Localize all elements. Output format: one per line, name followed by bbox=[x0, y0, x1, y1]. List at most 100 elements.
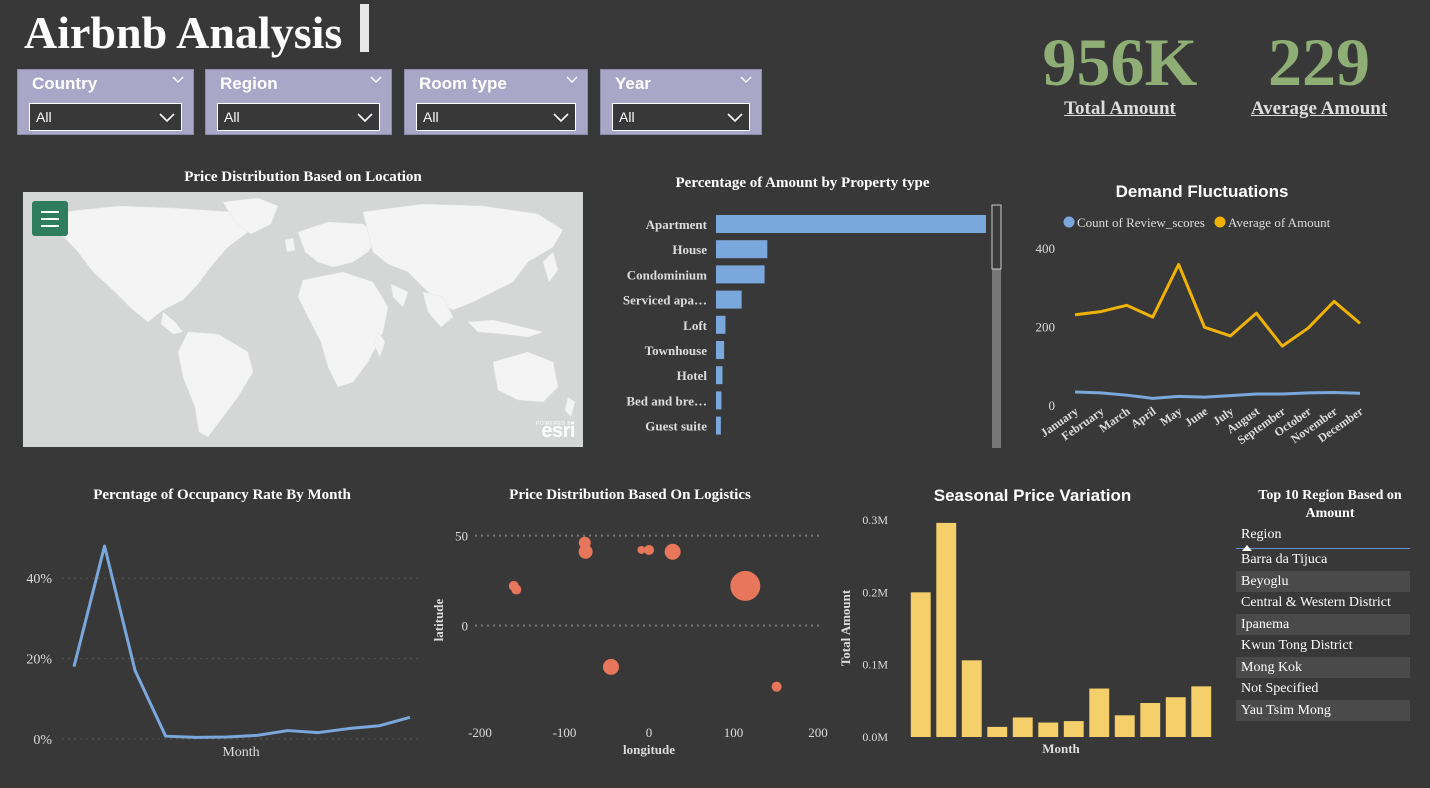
chevron-down-icon[interactable] bbox=[172, 74, 184, 86]
chart-title: Seasonal Price Variation bbox=[933, 486, 1132, 505]
year-slicer[interactable]: Year All bbox=[600, 69, 762, 135]
slicer-title: Region bbox=[220, 74, 278, 93]
bar bbox=[1114, 715, 1135, 737]
x-tick-label: 0 bbox=[646, 725, 653, 740]
dropdown-value: All bbox=[36, 109, 52, 125]
scrollbar-thumb[interactable] bbox=[991, 204, 1002, 270]
chart-title: Price Distribution Based On Logistics bbox=[509, 487, 751, 503]
bar bbox=[1038, 722, 1059, 737]
kpi-average-amount: 229 Average Amount bbox=[1230, 28, 1408, 120]
scatter-point bbox=[511, 584, 522, 595]
bar bbox=[716, 240, 768, 259]
x-axis-label: longitude bbox=[623, 742, 675, 757]
bar bbox=[716, 416, 721, 435]
chevron-down-icon bbox=[553, 113, 569, 123]
country-dropdown[interactable]: All bbox=[29, 103, 182, 131]
map-title: Price Distribution Based on Location bbox=[184, 169, 422, 185]
scatter-point bbox=[730, 570, 761, 601]
bar bbox=[716, 315, 726, 334]
table-row[interactable]: Not Specified bbox=[1236, 678, 1410, 700]
country-slicer[interactable]: Country All bbox=[17, 69, 194, 135]
table-row[interactable]: Yau Tsim Mong bbox=[1236, 699, 1410, 721]
table-row[interactable]: Beyoglu bbox=[1236, 570, 1410, 592]
slicer-title: Room type bbox=[419, 74, 507, 93]
bar bbox=[1012, 717, 1033, 737]
scatter-point bbox=[664, 543, 681, 560]
text-cursor bbox=[360, 4, 369, 52]
world-map[interactable]: POWERED BY esri bbox=[23, 192, 583, 447]
category-label: Guest suite bbox=[645, 419, 707, 434]
chevron-down-icon bbox=[159, 113, 175, 123]
seasonal-bar-chart[interactable]: 0.0M 0.1M 0.2M 0.3M Month Total Amount bbox=[830, 505, 1225, 765]
series-line bbox=[72, 544, 411, 739]
kpi-value: 956K bbox=[1042, 24, 1198, 100]
scatter-point bbox=[771, 681, 782, 692]
chevron-down-icon[interactable] bbox=[740, 74, 752, 86]
table-header[interactable]: Region bbox=[1236, 525, 1410, 551]
y-tick-label: 0.3M bbox=[862, 513, 888, 527]
map-menu-button[interactable] bbox=[32, 201, 68, 236]
logistics-scatter-chart[interactable]: 0 50 -200 -100 0 100 200 longitude latitude bbox=[425, 505, 840, 765]
bar bbox=[716, 366, 723, 385]
chart-title: Percntage of Occupancy Rate By Month bbox=[93, 487, 351, 503]
table-row[interactable]: Central & Western District bbox=[1236, 592, 1410, 614]
slicer-title: Country bbox=[32, 74, 98, 93]
y-tick-label: 0.1M bbox=[862, 658, 888, 672]
table-row[interactable]: Mong Kok bbox=[1236, 656, 1410, 678]
bar bbox=[716, 290, 742, 309]
page-title: Airbnb Analysis bbox=[24, 7, 343, 58]
category-label: Hotel bbox=[677, 368, 708, 383]
table-row[interactable]: Barra da Tijuca bbox=[1236, 549, 1410, 571]
x-tick-label: -200 bbox=[468, 725, 492, 740]
category-label: Townhouse bbox=[645, 343, 708, 358]
table-row[interactable]: Ipanema bbox=[1236, 613, 1410, 635]
y-tick-label: 50 bbox=[455, 529, 468, 544]
y-tick-label: 40% bbox=[26, 572, 52, 587]
y-axis-label: latitude bbox=[431, 598, 446, 641]
series-line bbox=[1074, 262, 1361, 348]
year-dropdown[interactable]: All bbox=[612, 103, 750, 131]
dropdown-value: All bbox=[619, 109, 635, 125]
bar bbox=[716, 265, 765, 284]
category-label: Bed and bre… bbox=[626, 393, 707, 408]
room-type-dropdown[interactable]: All bbox=[416, 103, 576, 131]
y-tick-label: 0 bbox=[1049, 398, 1056, 413]
region-dropdown[interactable]: All bbox=[217, 103, 380, 131]
chart-title: Demand Fluctuations bbox=[1115, 182, 1289, 201]
bar bbox=[1063, 721, 1084, 737]
room-type-slicer[interactable]: Room type All bbox=[404, 69, 588, 135]
bar bbox=[910, 592, 931, 737]
y-tick-label: 0 bbox=[462, 619, 469, 634]
demand-line-chart[interactable]: Count of Review_scores Average of Amount 0… bbox=[1025, 208, 1410, 453]
region-slicer[interactable]: Region All bbox=[205, 69, 392, 135]
y-tick-label: 400 bbox=[1036, 241, 1056, 256]
top-region-table[interactable]: Region Barra da Tijuca Beyoglu Central & W… bbox=[1236, 525, 1410, 721]
bar bbox=[1140, 703, 1161, 737]
bar bbox=[987, 726, 1008, 737]
x-tick-label: June bbox=[1182, 404, 1211, 430]
category-label: House bbox=[672, 242, 707, 257]
sort-ascending-icon[interactable] bbox=[1242, 545, 1252, 551]
legend-marker bbox=[1063, 216, 1075, 228]
bar bbox=[716, 215, 986, 233]
chevron-down-icon[interactable] bbox=[566, 74, 578, 86]
y-axis-label: Total Amount bbox=[838, 589, 853, 666]
kpi-total-amount: 956K Total Amount bbox=[1030, 28, 1210, 120]
world-map-shapes bbox=[23, 192, 583, 447]
column-header-region[interactable]: Region bbox=[1241, 527, 1281, 542]
property-type-bar-chart[interactable]: Apartment House Condominium Serviced apa… Lo… bbox=[600, 200, 1010, 450]
chevron-down-icon[interactable] bbox=[370, 74, 382, 86]
y-tick-label: 0.2M bbox=[862, 585, 888, 599]
x-tick-label: 100 bbox=[724, 725, 744, 740]
category-label: Condominium bbox=[627, 267, 707, 282]
x-tick-label: May bbox=[1157, 404, 1184, 429]
category-label: Serviced apa… bbox=[623, 293, 707, 308]
x-tick-label: -100 bbox=[553, 725, 577, 740]
table-row[interactable]: Kwun Tong District bbox=[1236, 635, 1410, 657]
series-line bbox=[1074, 390, 1361, 400]
y-tick-label: 0% bbox=[33, 733, 52, 748]
occupancy-line-chart[interactable]: 0% 20% 40% Month bbox=[10, 505, 430, 765]
kpi-label: Total Amount bbox=[1064, 98, 1176, 119]
chart-title: Percentage of Amount by Property type bbox=[675, 175, 930, 191]
category-label: Apartment bbox=[646, 217, 708, 232]
